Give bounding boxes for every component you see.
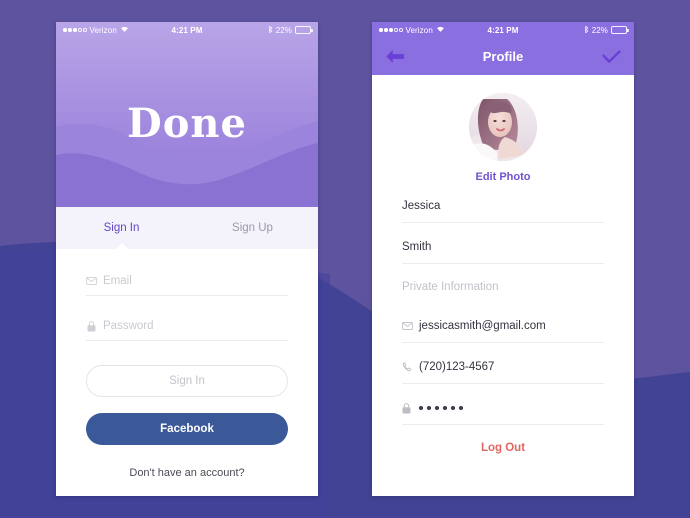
check-icon[interactable] bbox=[602, 49, 621, 64]
navigation-bar: Profile bbox=[372, 38, 634, 75]
battery-percent-label: 22% bbox=[275, 25, 292, 35]
facebook-button[interactable]: Facebook bbox=[86, 413, 288, 445]
battery-icon bbox=[295, 26, 313, 34]
envelope-icon bbox=[402, 322, 413, 330]
tab-sign-in[interactable]: Sign In bbox=[56, 207, 187, 249]
profile-phone-field[interactable]: (720)123-4567 bbox=[402, 360, 604, 384]
phone-signin-screen: Verizon 4:21 PM 22% Done Sign In Sign Up bbox=[56, 22, 318, 496]
lock-icon bbox=[86, 320, 97, 332]
phone-icon bbox=[402, 362, 413, 372]
profile-email-value: jessicasmith@gmail.com bbox=[419, 320, 546, 332]
battery-icon bbox=[611, 26, 629, 34]
private-information-header: Private Information bbox=[402, 281, 499, 293]
hero-header: Verizon 4:21 PM 22% Done bbox=[56, 22, 318, 207]
sign-in-button[interactable]: Sign In bbox=[86, 365, 288, 397]
last-name-field[interactable]: Smith bbox=[402, 240, 604, 264]
status-bar-right: 22% bbox=[584, 25, 629, 36]
lock-icon bbox=[402, 402, 413, 414]
profile-phone-value: (720)123-4567 bbox=[419, 361, 495, 373]
edit-photo-link[interactable]: Edit Photo bbox=[372, 171, 634, 183]
envelope-icon bbox=[86, 276, 97, 287]
arrow-left-icon[interactable] bbox=[385, 49, 405, 64]
wifi-icon bbox=[436, 25, 445, 35]
status-bar-left: Verizon bbox=[63, 25, 129, 35]
password-field[interactable]: Password bbox=[86, 320, 288, 341]
avatar[interactable] bbox=[469, 93, 537, 161]
email-field[interactable]: Email bbox=[86, 275, 288, 296]
battery-percent-label: 22% bbox=[591, 25, 608, 35]
status-bar: Verizon 4:21 PM 22% bbox=[56, 22, 318, 38]
tab-sign-up[interactable]: Sign Up bbox=[187, 207, 318, 249]
no-account-link[interactable]: Don't have an account? bbox=[86, 467, 288, 479]
wifi-icon bbox=[120, 25, 129, 35]
signal-strength-icon bbox=[63, 28, 87, 32]
profile-form: Jessica Smith Private Information jessic… bbox=[372, 183, 634, 454]
signin-form: Email Password Sign In Facebook Don't ha… bbox=[56, 249, 318, 479]
status-bar-left: Verizon bbox=[379, 25, 445, 35]
status-bar-right: 22% bbox=[268, 25, 313, 36]
signal-strength-icon bbox=[379, 28, 403, 32]
bluetooth-icon bbox=[584, 25, 589, 36]
auth-tab-bar: Sign In Sign Up bbox=[56, 207, 318, 249]
carrier-label: Verizon bbox=[405, 25, 433, 35]
brand-logo: Done bbox=[127, 100, 247, 147]
first-name-value: Jessica bbox=[402, 200, 441, 212]
profile-password-field[interactable] bbox=[402, 401, 604, 425]
phone-profile-screen: Verizon 4:21 PM 22% Profile Edit Photo J… bbox=[372, 22, 634, 496]
last-name-value: Smith bbox=[402, 241, 432, 253]
avatar-section: Edit Photo bbox=[372, 75, 634, 183]
email-placeholder: Email bbox=[103, 275, 132, 287]
carrier-label: Verizon bbox=[89, 25, 117, 35]
log-out-button[interactable]: Log Out bbox=[402, 442, 604, 454]
profile-email-field[interactable]: jessicasmith@gmail.com bbox=[402, 319, 604, 343]
status-bar: Verizon 4:21 PM 22% bbox=[372, 22, 634, 38]
first-name-field[interactable]: Jessica bbox=[402, 199, 604, 223]
profile-password-mask bbox=[419, 406, 463, 410]
password-placeholder: Password bbox=[103, 320, 154, 332]
bluetooth-icon bbox=[268, 25, 273, 36]
page-title: Profile bbox=[482, 49, 524, 64]
